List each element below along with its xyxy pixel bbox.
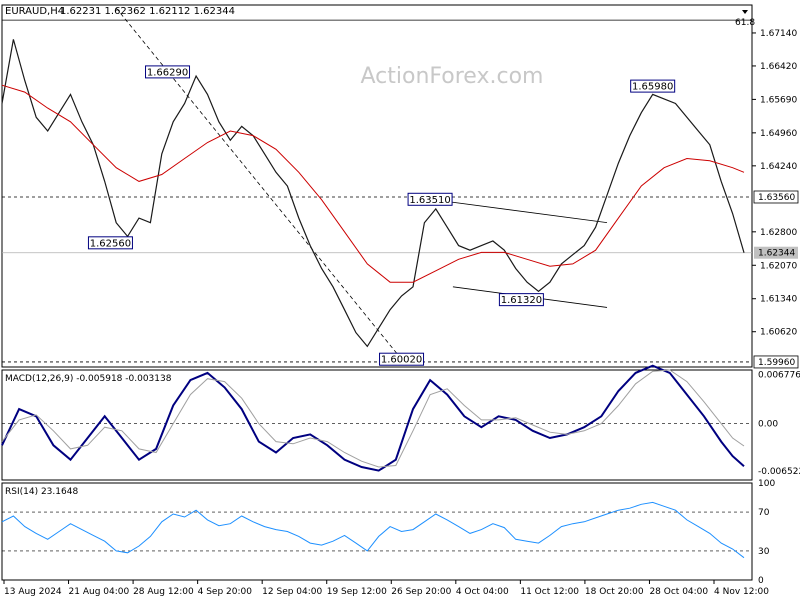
price-y-tick-label: 1.61340	[760, 295, 797, 305]
price-y-tick-label: 1.64240	[760, 162, 797, 172]
price-y-tick-label: 1.66420	[760, 62, 797, 72]
macd-y-tick-label: -0.006522	[758, 467, 800, 477]
x-tick-label: 28 Aug 12:00	[133, 587, 194, 597]
lower-level-label: 1.59960	[758, 358, 795, 368]
x-tick-label: 21 Aug 04:00	[69, 587, 130, 597]
upper-flag-line	[430, 198, 608, 224]
x-tick-label: 19 Sep 12:00	[327, 587, 387, 597]
x-tick-label: 4 Sep 20:00	[198, 587, 253, 597]
watermark: ActionForex.com	[361, 64, 544, 89]
price-y-tick-label: 1.60620	[760, 328, 797, 338]
downtrend-channel-line	[115, 7, 402, 360]
annotation-label: 1.63510	[409, 195, 450, 206]
x-tick-label: 11 Oct 12:00	[520, 587, 579, 597]
price-annotation: 1.62560	[87, 236, 133, 250]
annotation-label: 1.60020	[381, 355, 422, 366]
header-symbol: EURAUD,H4	[5, 6, 64, 17]
panel-frame-price	[1, 4, 753, 368]
chart-svg: ActionForex.com EURAUD,H4 1.62231 1.6236…	[1, 4, 800, 597]
rsi-title: RSI(14) 23.1648	[5, 487, 78, 497]
macd-series-signal	[1, 369, 745, 468]
price-annotation: 1.60020	[379, 352, 425, 366]
price-y-tick-label: 1.64960	[760, 129, 797, 139]
macd-title: MACD(12,26,9) -0.005918 -0.003138	[5, 374, 172, 384]
price-annotation: 1.65980	[630, 79, 676, 93]
current-price-label: 1.62344	[758, 249, 795, 259]
rsi-series-rsi	[1, 501, 745, 559]
x-tick-label: 28 Oct 04:00	[649, 587, 708, 597]
dropdown-arrow-icon	[742, 10, 748, 14]
panel-frame-macd	[1, 369, 753, 481]
x-tick-label: 12 Sep 04:00	[262, 587, 322, 597]
rsi-y-tick-label: 0	[758, 576, 764, 586]
macd-y-tick-label: 0.00	[758, 420, 778, 430]
price-annotation: 1.66290	[145, 65, 191, 79]
price-annotation: 1.63510	[407, 192, 453, 206]
x-tick-label: 18 Oct 20:00	[585, 587, 644, 597]
x-tick-label: 13 Aug 2024	[4, 587, 62, 597]
price-annotation: 1.61320	[498, 293, 544, 307]
panel-frame-rsi	[1, 482, 753, 581]
annotation-label: 1.61320	[501, 295, 542, 306]
price-y-tick-label: 1.62070	[760, 261, 797, 271]
x-tick-label: 4 Nov 12:00	[714, 587, 769, 597]
price-y-tick-label: 1.62800	[760, 228, 797, 238]
x-tick-label: 4 Oct 04:00	[456, 587, 509, 597]
rsi-y-tick-label: 70	[758, 508, 770, 518]
annotation-label: 1.66290	[147, 67, 188, 78]
upper-level-label: 1.63560	[758, 193, 795, 203]
macd-y-tick-label: 0.006776	[758, 371, 800, 381]
x-tick-label: 26 Sep 20:00	[391, 587, 451, 597]
price-y-tick-label: 1.65690	[760, 95, 797, 105]
header-ohlc: 1.62231 1.62362 1.62112 1.62344	[60, 6, 235, 17]
annotation-label: 1.65980	[632, 82, 673, 93]
rsi-y-tick-label: 100	[758, 479, 775, 489]
fib-label: 61.8	[735, 18, 755, 28]
chart-header: EURAUD,H4 1.62231 1.62362 1.62112 1.6234…	[5, 6, 235, 17]
price-y-tick-label: 1.67140	[760, 29, 797, 39]
rsi-y-tick-label: 30	[758, 547, 770, 557]
annotation-label: 1.62560	[90, 238, 131, 249]
